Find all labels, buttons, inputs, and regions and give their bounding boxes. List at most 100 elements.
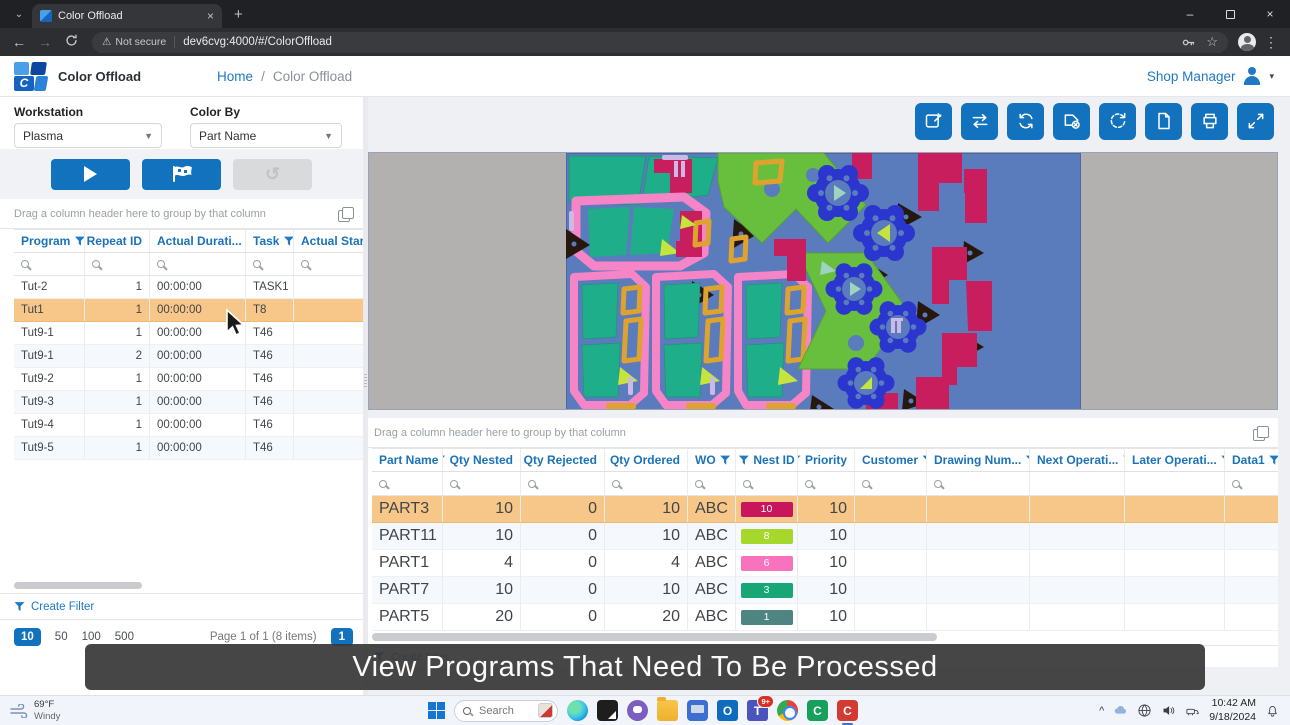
- column-header-actual-duration[interactable]: Actual Durati...: [150, 230, 246, 252]
- password-key-icon[interactable]: [1181, 35, 1196, 50]
- page-size-50[interactable]: 50: [55, 631, 68, 643]
- taskbar-edge-icon[interactable]: [567, 700, 588, 721]
- column-header-nest-id[interactable]: Nest ID: [736, 449, 798, 471]
- fullscreen-button[interactable]: [1237, 103, 1274, 140]
- search-cell[interactable]: [798, 472, 855, 495]
- column-header-program[interactable]: Program: [14, 230, 85, 252]
- filter-icon[interactable]: [74, 236, 85, 247]
- search-cell[interactable]: [688, 472, 736, 495]
- search-cell[interactable]: [85, 253, 150, 275]
- column-chooser-icon[interactable]: [1253, 426, 1268, 439]
- column-header-later-operation[interactable]: Later Operati...: [1125, 449, 1225, 471]
- filter-icon[interactable]: [720, 455, 731, 466]
- search-cell[interactable]: [736, 472, 798, 495]
- search-cell[interactable]: [150, 253, 246, 275]
- filter-icon[interactable]: [443, 455, 446, 466]
- taskbar-photos-icon[interactable]: [597, 700, 618, 721]
- window-minimize-button[interactable]: –: [1170, 0, 1210, 28]
- start-button[interactable]: [428, 702, 445, 719]
- column-header-task[interactable]: Task: [246, 230, 294, 252]
- page-number-button[interactable]: 1: [331, 628, 353, 646]
- search-cell[interactable]: [927, 472, 1030, 495]
- window-close-button[interactable]: ×: [1250, 0, 1290, 28]
- column-header-priority[interactable]: Priority: [798, 449, 855, 471]
- filter-icon[interactable]: [798, 455, 801, 466]
- transfer-button[interactable]: [961, 103, 998, 140]
- tray-expand-icon[interactable]: ^: [1099, 705, 1104, 717]
- table-row[interactable]: Tut9-41 00:00:00T46: [14, 414, 363, 437]
- column-header-qty-rejected[interactable]: Qty Rejected: [521, 449, 605, 471]
- taskbar-search[interactable]: [454, 700, 558, 722]
- notification-bell-icon[interactable]: [1265, 703, 1280, 718]
- table-row[interactable]: PART1110 010 ABC 8 10: [372, 523, 1278, 550]
- table-row[interactable]: Tut9-51 00:00:00T46: [14, 437, 363, 460]
- filter-icon[interactable]: [283, 236, 294, 247]
- table-row-selected[interactable]: PART310 010 ABC 10 10: [372, 496, 1278, 523]
- sync-button[interactable]: [1007, 103, 1044, 140]
- search-input[interactable]: [477, 704, 525, 718]
- table-row[interactable]: Tut9-12 00:00:00T46: [14, 345, 363, 368]
- search-cell[interactable]: [443, 472, 521, 495]
- table-row[interactable]: Tut9-21 00:00:00T46: [14, 368, 363, 391]
- horizontal-scrollbar[interactable]: [372, 633, 937, 641]
- tab-close-icon[interactable]: ×: [207, 9, 214, 23]
- column-header-customer[interactable]: Customer: [855, 449, 927, 471]
- taskbar-devices-icon[interactable]: [687, 700, 708, 721]
- user-menu[interactable]: Shop Manager ▾: [1147, 67, 1274, 85]
- table-row[interactable]: Tut-21 00:00:00TASK1: [14, 276, 363, 299]
- window-maximize-button[interactable]: [1210, 0, 1250, 28]
- search-cell[interactable]: [855, 472, 927, 495]
- taskbar-chrome-icon[interactable]: [777, 700, 798, 721]
- create-filter-link[interactable]: Create Filter: [0, 593, 363, 619]
- volume-icon[interactable]: [1161, 703, 1176, 718]
- search-cell[interactable]: [246, 253, 294, 275]
- search-cell[interactable]: [372, 472, 443, 495]
- column-header-wo[interactable]: WO: [688, 449, 736, 471]
- nest-canvas[interactable]: [368, 152, 1278, 410]
- taskbar-outlook-icon[interactable]: O: [717, 700, 738, 721]
- table-row[interactable]: Tut9-11 00:00:00T46: [14, 322, 363, 345]
- table-row[interactable]: Tut9-31 00:00:00T46: [14, 391, 363, 414]
- filter-icon[interactable]: [738, 455, 749, 466]
- search-cell[interactable]: [14, 253, 85, 275]
- taskbar-chat-icon[interactable]: [627, 700, 648, 721]
- filter-icon[interactable]: [605, 455, 606, 466]
- not-secure-chip[interactable]: ⚠ Not secure: [102, 36, 175, 48]
- start-program-button[interactable]: [51, 159, 130, 190]
- taskbar-teams-icon[interactable]: T9+: [747, 700, 768, 721]
- remove-nest-button[interactable]: [1053, 103, 1090, 140]
- new-tab-button[interactable]: +: [234, 6, 243, 23]
- column-header-drawing-number[interactable]: Drawing Num...: [927, 449, 1030, 471]
- search-cell[interactable]: [294, 253, 363, 275]
- browser-profile-avatar[interactable]: [1238, 33, 1256, 51]
- table-row-selected[interactable]: Tut11 00:00:00T8: [14, 299, 363, 322]
- column-header-repeat-id[interactable]: Repeat ID: [85, 230, 150, 252]
- edit-button[interactable]: [915, 103, 952, 140]
- browser-tab[interactable]: Color Offload ×: [32, 4, 222, 28]
- taskbar-weather-widget[interactable]: 69°FWindy: [10, 699, 160, 723]
- page-size-10[interactable]: 10: [14, 628, 41, 646]
- horizontal-scrollbar[interactable]: [14, 582, 142, 589]
- taskbar-camtasia-icon[interactable]: C: [807, 700, 828, 721]
- browser-menu-icon[interactable]: ⋮: [1260, 34, 1282, 51]
- column-chooser-icon[interactable]: [338, 207, 353, 220]
- breadcrumb-home-link[interactable]: Home: [217, 69, 253, 84]
- search-cell[interactable]: [521, 472, 605, 495]
- column-header-actual-start[interactable]: Actual Start T: [294, 230, 363, 252]
- taskbar-clock[interactable]: 10:42 AM 9/18/2024: [1209, 697, 1256, 724]
- table-row[interactable]: PART710 010 ABC 3 10: [372, 577, 1278, 604]
- reload-button[interactable]: [60, 34, 82, 50]
- print-button[interactable]: [1191, 103, 1228, 140]
- column-header-next-operation[interactable]: Next Operati...: [1030, 449, 1125, 471]
- taskbar-recorder-icon[interactable]: C: [837, 700, 858, 721]
- column-header-data1[interactable]: Data1: [1225, 449, 1278, 471]
- taskbar-file-explorer-icon[interactable]: [657, 700, 678, 721]
- forward-button[interactable]: →: [34, 34, 56, 50]
- workstation-select[interactable]: Plasma ▼: [14, 123, 162, 148]
- bookmark-star-icon[interactable]: ☆: [1206, 34, 1218, 50]
- finish-program-button[interactable]: [142, 159, 221, 190]
- reprocess-button[interactable]: [1099, 103, 1136, 140]
- column-header-qty-nested[interactable]: Qty Nested: [443, 449, 521, 471]
- color-by-select[interactable]: Part Name ▼: [190, 123, 342, 148]
- new-document-button[interactable]: [1145, 103, 1182, 140]
